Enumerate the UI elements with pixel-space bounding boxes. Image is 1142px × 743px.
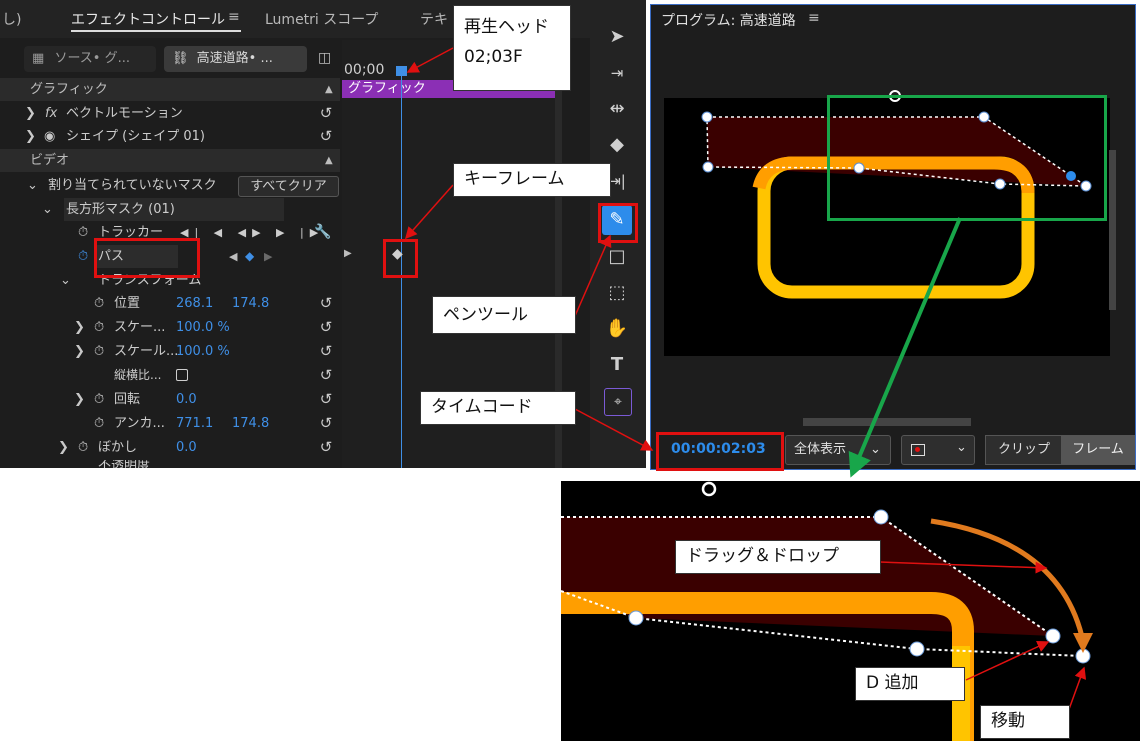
pen-tool-highlight-box xyxy=(598,203,638,243)
path-highlight-box xyxy=(94,238,200,278)
callout-timecode: タイムコード xyxy=(420,391,576,425)
callout-playhead-line2: 02;03F xyxy=(464,47,523,67)
callout-keyframe: キーフレーム xyxy=(453,163,611,197)
callout-pen-tool: ペンツール xyxy=(432,296,576,334)
zoom-region-box xyxy=(827,95,1107,221)
callout-playhead-line1: 再生ヘッド xyxy=(464,17,549,37)
callout-move: 移動 xyxy=(980,705,1070,739)
callout-add-d: D 追加 xyxy=(855,667,965,701)
timecode-highlight-box xyxy=(656,432,784,471)
callout-playhead: 再生ヘッド 02;03F xyxy=(453,5,571,91)
keyframe-highlight-box xyxy=(383,239,418,278)
callout-drag-drop: ドラッグ＆ドロップ xyxy=(675,540,881,574)
